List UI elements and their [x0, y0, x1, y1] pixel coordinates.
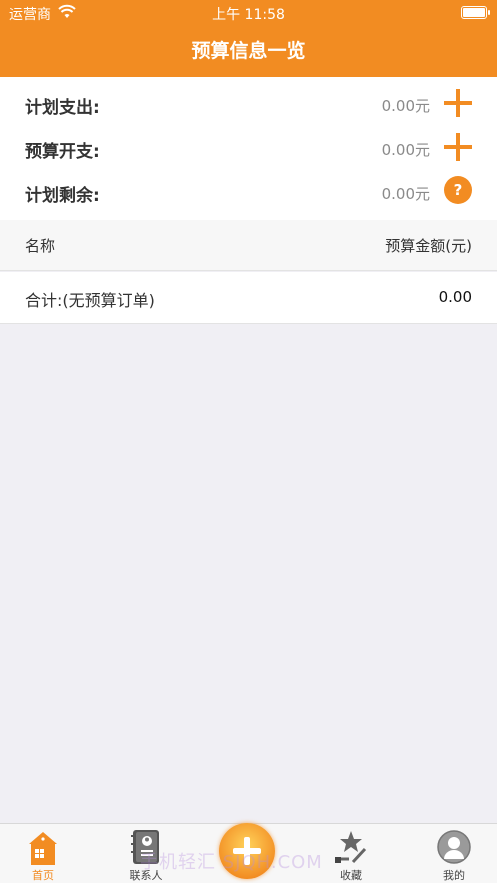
battery-icon — [461, 6, 490, 19]
planned-expense-value: 0.00元 — [381, 97, 430, 115]
table-header: 名称 预算金额(元) — [0, 220, 497, 271]
total-label: 合计:(无预算订单) — [25, 291, 155, 310]
column-amount-header: 预算金额(元) — [385, 237, 472, 255]
budget-summary: 计划支出: 0.00元 预算开支: 0.00元 计划剩余: 0.00元 ? — [0, 77, 497, 220]
help-button[interactable]: ? — [444, 176, 472, 204]
tab-home-label: 首页 — [32, 869, 54, 882]
user-icon — [437, 830, 471, 864]
add-planned-expense-button[interactable] — [444, 89, 472, 117]
status-time: 上午 11:58 — [212, 7, 285, 23]
tab-home[interactable]: 首页 — [3, 824, 83, 883]
top-bar: 运营商 上午 11:58 预算信息一览 — [0, 0, 497, 77]
budget-expense-row: 预算开支: 0.00元 — [0, 125, 497, 169]
add-budget-expense-button[interactable] — [444, 133, 472, 161]
status-bar: 运营商 上午 11:58 — [0, 0, 497, 26]
budget-expense-label: 预算开支: — [25, 142, 100, 162]
watermark-text: 手机轻汇 SJQH.COM — [140, 852, 323, 873]
star-icon — [335, 831, 367, 864]
total-amount: 0.00 — [438, 288, 472, 306]
planned-expense-row: 计划支出: 0.00元 — [0, 81, 497, 125]
home-icon — [29, 832, 57, 865]
tab-me[interactable]: 我的 — [414, 824, 494, 883]
column-name-header: 名称 — [25, 237, 56, 255]
tab-me-label: 我的 — [443, 869, 465, 882]
planned-remaining-value: 0.00元 — [381, 185, 430, 203]
budget-expense-value: 0.00元 — [381, 141, 430, 159]
planned-remaining-row: 计划剩余: 0.00元 ? — [0, 169, 497, 213]
planned-expense-label: 计划支出: — [25, 98, 100, 118]
table-row[interactable]: 合计:(无预算订单) 0.00 — [0, 272, 497, 324]
planned-remaining-label: 计划剩余: — [25, 186, 100, 206]
tab-favorites-label: 收藏 — [340, 869, 362, 882]
page-title: 预算信息一览 — [191, 40, 306, 62]
tab-favorites[interactable]: 收藏 — [311, 824, 391, 883]
